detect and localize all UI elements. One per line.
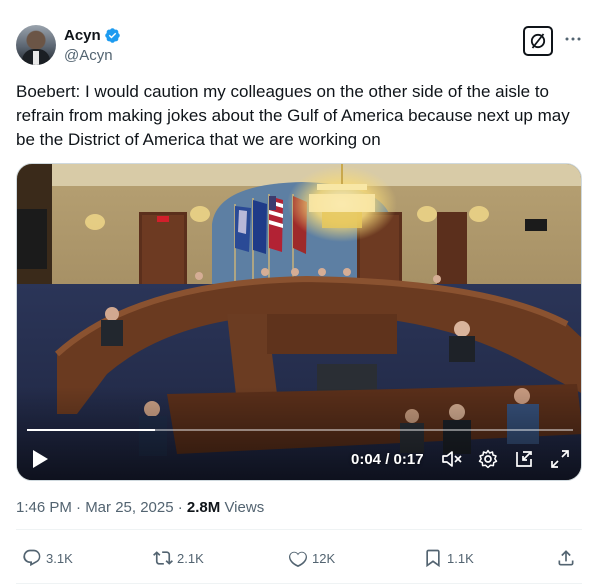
share-button[interactable]	[556, 546, 576, 570]
settings-icon	[478, 449, 498, 469]
divider	[16, 529, 582, 530]
reply-count: 3.1K	[46, 550, 73, 566]
bottom-divider	[16, 583, 582, 584]
views-count: 2.8M	[186, 499, 221, 516]
tweet-text: Boebert: I would caution my colleagues o…	[16, 82, 570, 149]
video-player[interactable]: 0:04 / 0:17	[16, 163, 582, 481]
author-handle[interactable]: @Acyn	[64, 46, 113, 65]
author-display-name[interactable]: Acyn	[64, 26, 101, 45]
avatar-collar	[33, 51, 39, 65]
reply-icon	[23, 549, 41, 567]
video-frame	[17, 164, 581, 480]
views-label: Views	[220, 499, 265, 516]
settings-button[interactable]	[475, 446, 501, 472]
bookmark-icon	[426, 549, 440, 568]
video-progress-bar[interactable]	[27, 429, 573, 431]
like-count: 12K	[312, 550, 336, 566]
play-icon	[33, 450, 48, 468]
pip-button[interactable]	[511, 446, 537, 472]
video-time: 0:04 / 0:17	[351, 450, 424, 468]
bookmark-count: 1.1K	[447, 550, 474, 566]
fullscreen-icon	[551, 450, 569, 468]
heart-icon	[289, 551, 307, 567]
repost-count: 2.1K	[177, 550, 204, 566]
author-name-row: Acyn	[64, 26, 121, 45]
video-progress-fill	[27, 429, 156, 431]
pip-icon	[516, 451, 532, 467]
avatar[interactable]	[16, 25, 56, 65]
play-button[interactable]	[27, 446, 53, 472]
like-button[interactable]: 12K	[288, 546, 335, 570]
verified-badge-icon	[104, 28, 120, 43]
mute-icon	[442, 451, 462, 467]
share-icon	[558, 550, 574, 566]
repost-icon	[153, 551, 173, 565]
tweet-card: Acyn @Acyn Boebert: I would caution my c…	[0, 0, 599, 587]
reply-button[interactable]: 3.1K	[22, 546, 73, 570]
more-icon	[565, 37, 581, 41]
tweet-meta: 1:46 PM · Mar 25, 2025 · 2.8M Views	[16, 498, 264, 517]
bookmark-button[interactable]: 1.1K	[423, 546, 474, 570]
more-button[interactable]	[562, 28, 584, 50]
mute-button[interactable]	[439, 446, 465, 472]
tweet-timestamp[interactable]: 1:46 PM · Mar 25, 2025 ·	[16, 499, 187, 516]
repost-button[interactable]: 2.1K	[153, 546, 204, 570]
grok-button[interactable]	[523, 26, 553, 56]
fullscreen-button[interactable]	[547, 446, 573, 472]
grok-icon	[530, 33, 546, 49]
